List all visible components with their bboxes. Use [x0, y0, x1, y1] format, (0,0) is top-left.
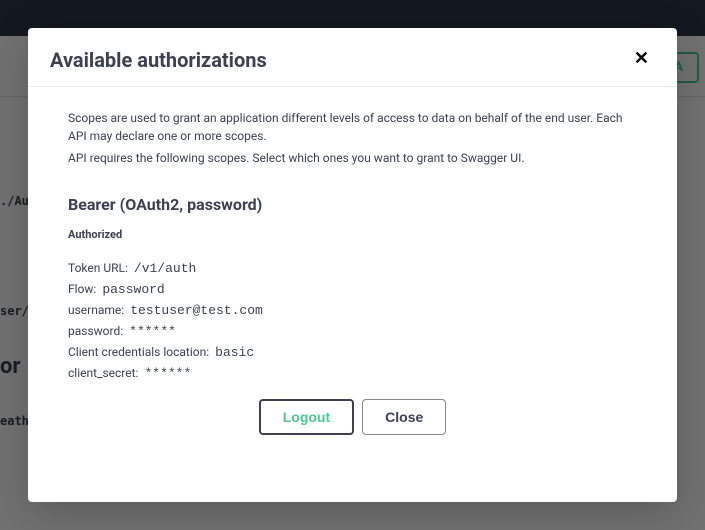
- cred-loc-value: basic: [215, 345, 254, 360]
- token-url-row: Token URL: /v1/auth: [68, 261, 637, 276]
- cred-loc-row: Client credentials location: basic: [68, 345, 637, 360]
- close-icon[interactable]: ✕: [628, 48, 655, 70]
- token-url-label: Token URL:: [68, 261, 128, 275]
- close-button[interactable]: Close: [362, 399, 446, 435]
- username-row: username: testuser@test.com: [68, 303, 637, 318]
- logout-button[interactable]: Logout: [259, 399, 354, 435]
- scopes-description-2: API requires the following scopes. Selec…: [68, 149, 637, 167]
- flow-row: Flow: password: [68, 282, 637, 297]
- auth-scheme-title: Bearer (OAuth2, password): [68, 195, 637, 214]
- client-secret-label: client_secret:: [68, 366, 138, 380]
- modal-title: Available authorizations: [50, 48, 267, 72]
- password-value: ******: [129, 324, 176, 339]
- scopes-description-1: Scopes are used to grant an application …: [68, 109, 637, 145]
- client-secret-value: ******: [144, 366, 191, 381]
- client-secret-row: client_secret: ******: [68, 366, 637, 381]
- username-label: username:: [68, 303, 124, 317]
- flow-value: password: [102, 282, 164, 297]
- modal-button-row: Logout Close: [68, 399, 637, 435]
- cred-loc-label: Client credentials location:: [68, 345, 209, 359]
- password-row: password: ******: [68, 324, 637, 339]
- auth-modal: Available authorizations ✕ Scopes are us…: [28, 28, 677, 502]
- modal-body: Scopes are used to grant an application …: [28, 87, 677, 502]
- modal-header: Available authorizations ✕: [28, 28, 677, 87]
- auth-status: Authorized: [68, 228, 637, 241]
- username-value: testuser@test.com: [130, 303, 263, 318]
- flow-label: Flow:: [68, 282, 96, 296]
- password-label: password:: [68, 324, 123, 338]
- token-url-value: /v1/auth: [134, 261, 196, 276]
